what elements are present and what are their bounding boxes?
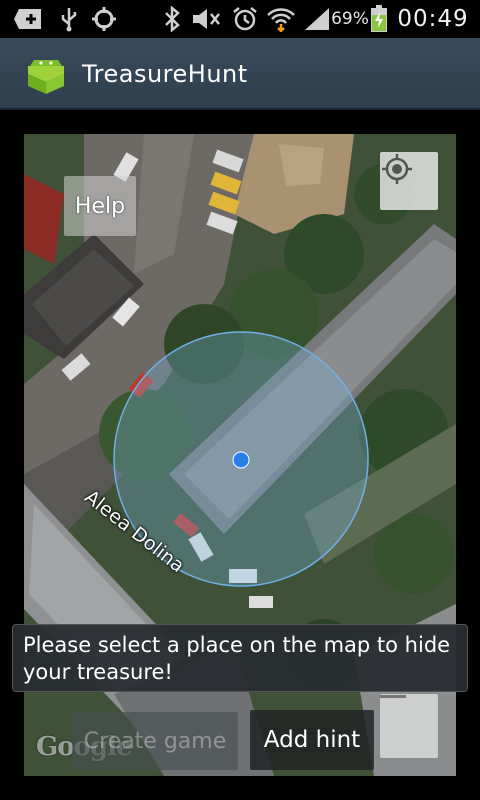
signal-icon xyxy=(302,6,332,32)
alarm-icon xyxy=(230,6,260,32)
create-game-button[interactable]: Create game xyxy=(72,712,238,770)
battery-percent: 69% xyxy=(331,9,369,29)
action-bar: TreasureHunt xyxy=(0,38,480,110)
app-title: TreasureHunt xyxy=(82,60,248,88)
mute-icon xyxy=(190,6,224,32)
minus-icon xyxy=(380,695,406,698)
wifi-icon xyxy=(266,6,296,32)
my-location-icon xyxy=(382,154,412,184)
gps-icon xyxy=(88,6,120,32)
location-dot xyxy=(232,451,250,469)
add-hint-button[interactable]: Add hint xyxy=(250,710,374,770)
add-box-icon xyxy=(12,6,44,32)
toast-message: Please select a place on the map to hide… xyxy=(12,624,468,692)
android-icon[interactable] xyxy=(24,52,68,96)
bluetooth-icon xyxy=(162,6,182,32)
status-bar: 69% 00:49 xyxy=(0,0,480,38)
help-button[interactable]: Help xyxy=(64,176,136,236)
my-location-button[interactable] xyxy=(380,152,438,210)
battery-icon xyxy=(368,5,390,32)
clock: 00:49 xyxy=(397,6,469,32)
usb-icon xyxy=(58,6,80,32)
zoom-out-button[interactable] xyxy=(380,694,438,758)
